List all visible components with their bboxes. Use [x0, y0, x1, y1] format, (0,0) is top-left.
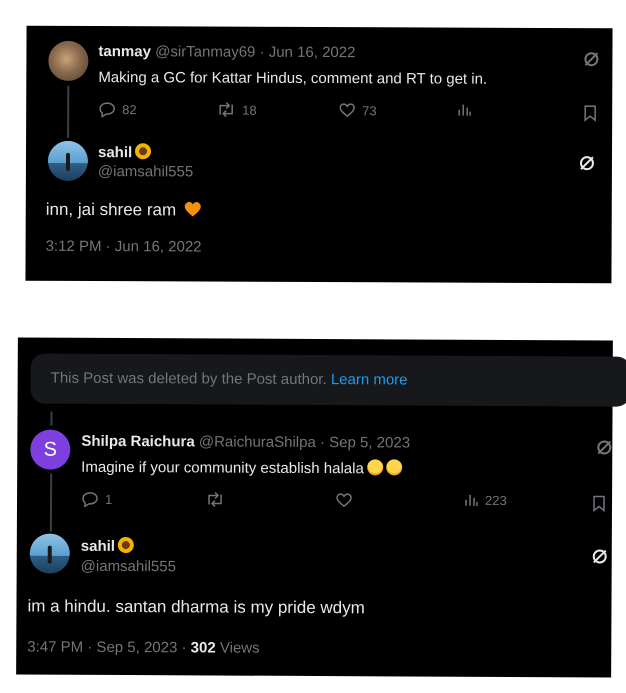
heart-icon	[339, 103, 355, 118]
orange-heart-icon	[184, 201, 201, 217]
bookmark-icon[interactable]	[582, 104, 598, 122]
grok-icon[interactable]	[578, 154, 596, 172]
retweet-icon	[208, 491, 222, 508]
tweet-text: Making a GC for Kattar Hindus, comment a…	[98, 69, 488, 88]
like-button[interactable]: 73	[338, 101, 377, 119]
handle[interactable]: @iamsahil555	[98, 163, 193, 180]
retweet-count: 18	[242, 102, 257, 118]
views-button[interactable]	[456, 102, 472, 118]
reply-text: inn, jai shree ram	[46, 200, 202, 221]
display-name[interactable]: sahil	[98, 144, 132, 161]
tweet-thread-panel-2: This Post was deleted by the Post author…	[16, 337, 626, 678]
deleted-message: This Post was deleted by the Post author…	[50, 369, 327, 389]
retweet-button[interactable]	[205, 490, 225, 508]
reply-count: 82	[122, 101, 137, 117]
sunflower-icon	[135, 143, 152, 160]
tweet-header: Shilpa Raichura @RaichuraShilpa · Sep 5,…	[81, 433, 410, 452]
sunflower-icon	[117, 536, 135, 554]
learn-more-link[interactable]: Learn more	[331, 371, 408, 388]
bookmark-icon[interactable]	[591, 494, 607, 513]
grok-icon[interactable]	[582, 50, 600, 68]
reply-button[interactable]: 1	[81, 490, 112, 508]
views-count: 223	[485, 492, 507, 508]
retweet-button[interactable]: 18	[216, 101, 257, 119]
reply-header: sahil	[81, 536, 135, 555]
views-icon	[458, 104, 471, 116]
laughing-emoji-icon	[385, 459, 402, 476]
views-count: 302	[190, 639, 216, 657]
like-button[interactable]	[335, 491, 353, 509]
timestamp-line: 3:47 PM · Sep 5, 2023 · 302 Views	[27, 638, 259, 656]
views-label: Views	[219, 639, 260, 657]
reply-text-content: inn, jai shree ram	[45, 199, 177, 220]
tweet-thread-panel-1: tanmay @sirTanmay69 · Jun 16, 2022 Makin…	[25, 25, 613, 284]
deleted-notice-text: This Post was deleted by the Post author…	[51, 370, 408, 389]
reply-button[interactable]: 82	[98, 100, 137, 118]
tweet-text-content: Imagine if your community establish hala…	[81, 458, 364, 478]
thread-line	[67, 85, 70, 138]
display-name[interactable]: sahil	[81, 538, 115, 555]
timestamp[interactable]: 3:12 PM · Jun 16, 2022	[46, 238, 202, 256]
avatar-shilpa[interactable]: S	[30, 429, 71, 470]
avatar-tanmay[interactable]	[48, 40, 89, 81]
handle-date[interactable]: @sirTanmay69 · Jun 16, 2022	[155, 43, 355, 61]
views-icon	[465, 494, 478, 506]
views-button[interactable]: 223	[463, 492, 507, 508]
reply-text: im a hindu. santan dharma is my pride wd…	[27, 596, 365, 618]
display-name[interactable]: tanmay	[98, 43, 151, 60]
tweet-actions: 82 18 73	[98, 100, 598, 124]
laughing-emoji-icon	[366, 459, 383, 476]
avatar-sahil[interactable]	[29, 533, 70, 574]
avatar-letter: S	[43, 438, 58, 461]
handle[interactable]: @iamsahil555	[81, 558, 176, 575]
reply-count: 1	[105, 491, 113, 507]
tweet-header: tanmay @sirTanmay69 · Jun 16, 2022	[98, 43, 355, 61]
thread-line	[50, 411, 53, 426]
reply-header: sahil	[98, 143, 152, 161]
like-count: 73	[362, 102, 377, 118]
tweet-text: Imagine if your community establish hala…	[81, 458, 402, 478]
retweet-icon	[219, 102, 233, 118]
grok-icon[interactable]	[595, 438, 613, 456]
reply-icon	[99, 102, 115, 118]
handle-date[interactable]: @RaichuraShilpa · Sep 5, 2023	[199, 433, 410, 451]
timestamp[interactable]: 3:47 PM · Sep 5, 2023 ·	[27, 638, 186, 656]
thread-line	[49, 473, 53, 532]
display-name[interactable]: Shilpa Raichura	[81, 433, 194, 451]
grok-icon[interactable]	[591, 547, 609, 565]
heart-icon	[336, 493, 352, 508]
deleted-post-notice: This Post was deleted by the Post author…	[30, 353, 626, 407]
reply-icon	[82, 492, 98, 508]
avatar-sahil[interactable]	[47, 140, 89, 181]
tweet-actions: 1 223	[81, 490, 609, 515]
